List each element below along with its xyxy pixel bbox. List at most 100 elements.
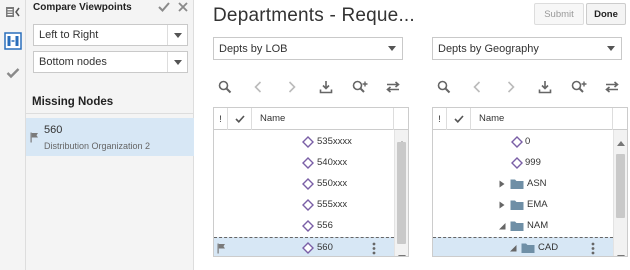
collapse-arrow-icon[interactable] <box>509 244 517 252</box>
node-diamond-icon <box>511 157 523 169</box>
done-button[interactable]: Done <box>586 3 626 25</box>
left-viewpoint-value: Depts by LOB <box>219 42 288 55</box>
grid-header: ! Name <box>433 108 627 130</box>
left-viewpoint-grid: ! Name 535xxxx 540xxx 550xxx 555xxx 556 <box>213 107 409 257</box>
close-icon[interactable] <box>176 0 190 14</box>
table-row-selected[interactable]: 560 <box>214 237 394 256</box>
scroll-up-icon[interactable] <box>617 133 625 146</box>
direction-select[interactable]: Left to Right <box>33 24 188 46</box>
expand-arrow-icon[interactable] <box>498 180 506 188</box>
page-title: Departments - Reque... <box>213 5 415 26</box>
app-window: Compare Viewpoints Left to Right Bottom … <box>0 0 630 270</box>
table-row[interactable]: 555xxx <box>214 195 394 216</box>
left-rail <box>0 0 26 270</box>
divider <box>26 113 194 114</box>
search-icon[interactable] <box>434 77 454 97</box>
node-label: 535xxxx <box>317 136 352 147</box>
table-row[interactable]: 999 <box>433 153 613 174</box>
missing-node-name: 560 <box>44 124 63 136</box>
direction-value: Left to Right <box>39 29 99 41</box>
compare-viewpoints-icon[interactable] <box>3 31 23 51</box>
node-label: CAD <box>538 242 559 253</box>
table-row[interactable]: NAM <box>433 216 613 237</box>
submit-button[interactable]: Submit <box>534 3 584 25</box>
apply-check-icon[interactable] <box>157 0 171 14</box>
node-label: EMA <box>527 199 548 210</box>
left-viewpoint-select[interactable]: Depts by LOB <box>213 37 403 60</box>
grid-header: ! Name <box>214 108 408 130</box>
node-diamond-icon <box>511 136 523 148</box>
right-viewpoint-select[interactable]: Depts by Geography <box>432 37 622 60</box>
node-diamond-icon <box>302 157 314 169</box>
table-row-selected[interactable]: CAD <box>433 237 613 256</box>
node-label: 0 <box>525 136 531 147</box>
chevron-left-icon[interactable] <box>467 77 487 97</box>
download-icon[interactable] <box>535 77 555 97</box>
scroll-down-icon[interactable] <box>398 247 406 256</box>
right-viewpoint-grid: ! Name 0 999 ASN EMA NAM CAD <box>432 107 628 257</box>
missing-node-item[interactable]: 560 Distribution Organization 2 <box>26 118 194 156</box>
more-actions-icon[interactable] <box>371 242 377 255</box>
scroll-thumb[interactable] <box>397 142 406 244</box>
folder-icon <box>510 199 524 211</box>
chevron-right-icon[interactable] <box>501 77 521 97</box>
table-row[interactable]: 550xxx <box>214 174 394 195</box>
download-icon[interactable] <box>316 77 336 97</box>
table-row[interactable]: 535xxxx <box>214 132 394 153</box>
chevron-down-icon <box>601 38 621 59</box>
flag-column-header: ! <box>214 108 228 130</box>
zoom-in-icon[interactable] <box>350 77 370 97</box>
node-diamond-icon <box>302 242 314 254</box>
folder-icon <box>510 220 524 232</box>
node-label: NAM <box>527 220 549 231</box>
chevron-down-icon <box>167 25 187 45</box>
column-divider <box>612 108 613 130</box>
left-toolbar <box>213 77 403 97</box>
name-column-header[interactable]: Name <box>479 113 504 124</box>
name-column-header[interactable]: Name <box>260 113 285 124</box>
missing-nodes-heading: Missing Nodes <box>32 96 114 108</box>
chevron-left-icon[interactable] <box>248 77 268 97</box>
scroll-up-icon[interactable] <box>398 133 406 146</box>
chevron-down-icon <box>167 52 187 72</box>
chevron-down-icon <box>382 38 402 59</box>
table-row[interactable]: 540xxx <box>214 153 394 174</box>
table-row[interactable]: EMA <box>433 195 613 216</box>
nodes-filter-select[interactable]: Bottom nodes <box>33 51 188 73</box>
node-label: 560 <box>317 242 333 253</box>
swap-icon[interactable] <box>602 77 622 97</box>
node-diamond-icon <box>302 220 314 232</box>
scroll-down-icon[interactable] <box>617 247 625 256</box>
right-viewpoint-value: Depts by Geography <box>438 42 539 55</box>
folder-icon <box>521 242 535 254</box>
node-label: 556 <box>317 220 333 231</box>
flag-column-header: ! <box>433 108 447 130</box>
scroll-thumb[interactable] <box>616 154 625 218</box>
compare-viewpoints-panel: Compare Viewpoints Left to Right Bottom … <box>26 0 194 270</box>
validate-check-icon[interactable] <box>3 63 23 83</box>
more-actions-icon[interactable] <box>590 242 596 255</box>
node-label: 555xxx <box>317 199 348 210</box>
expand-arrow-icon[interactable] <box>498 201 506 209</box>
missing-node-description: Distribution Organization 2 <box>44 141 151 151</box>
collapse-panel-icon[interactable] <box>3 2 23 22</box>
folder-icon <box>510 178 524 190</box>
vertical-scrollbar[interactable] <box>613 130 627 256</box>
node-diamond-icon <box>302 199 314 211</box>
collapse-arrow-icon[interactable] <box>498 222 506 230</box>
swap-icon[interactable] <box>383 77 403 97</box>
node-diamond-icon <box>302 136 314 148</box>
table-row[interactable]: 556 <box>214 216 394 237</box>
vertical-scrollbar[interactable] <box>394 130 408 256</box>
panel-title: Compare Viewpoints <box>33 2 132 13</box>
zoom-in-icon[interactable] <box>569 77 589 97</box>
search-icon[interactable] <box>215 77 235 97</box>
chevron-right-icon[interactable] <box>282 77 302 97</box>
node-label: 540xxx <box>317 157 348 168</box>
table-row[interactable]: ASN <box>433 174 613 195</box>
column-divider <box>393 108 394 130</box>
check-column-header <box>228 108 252 130</box>
flag-icon <box>30 130 39 148</box>
table-row[interactable]: 0 <box>433 132 613 153</box>
node-label: 550xxx <box>317 178 348 189</box>
